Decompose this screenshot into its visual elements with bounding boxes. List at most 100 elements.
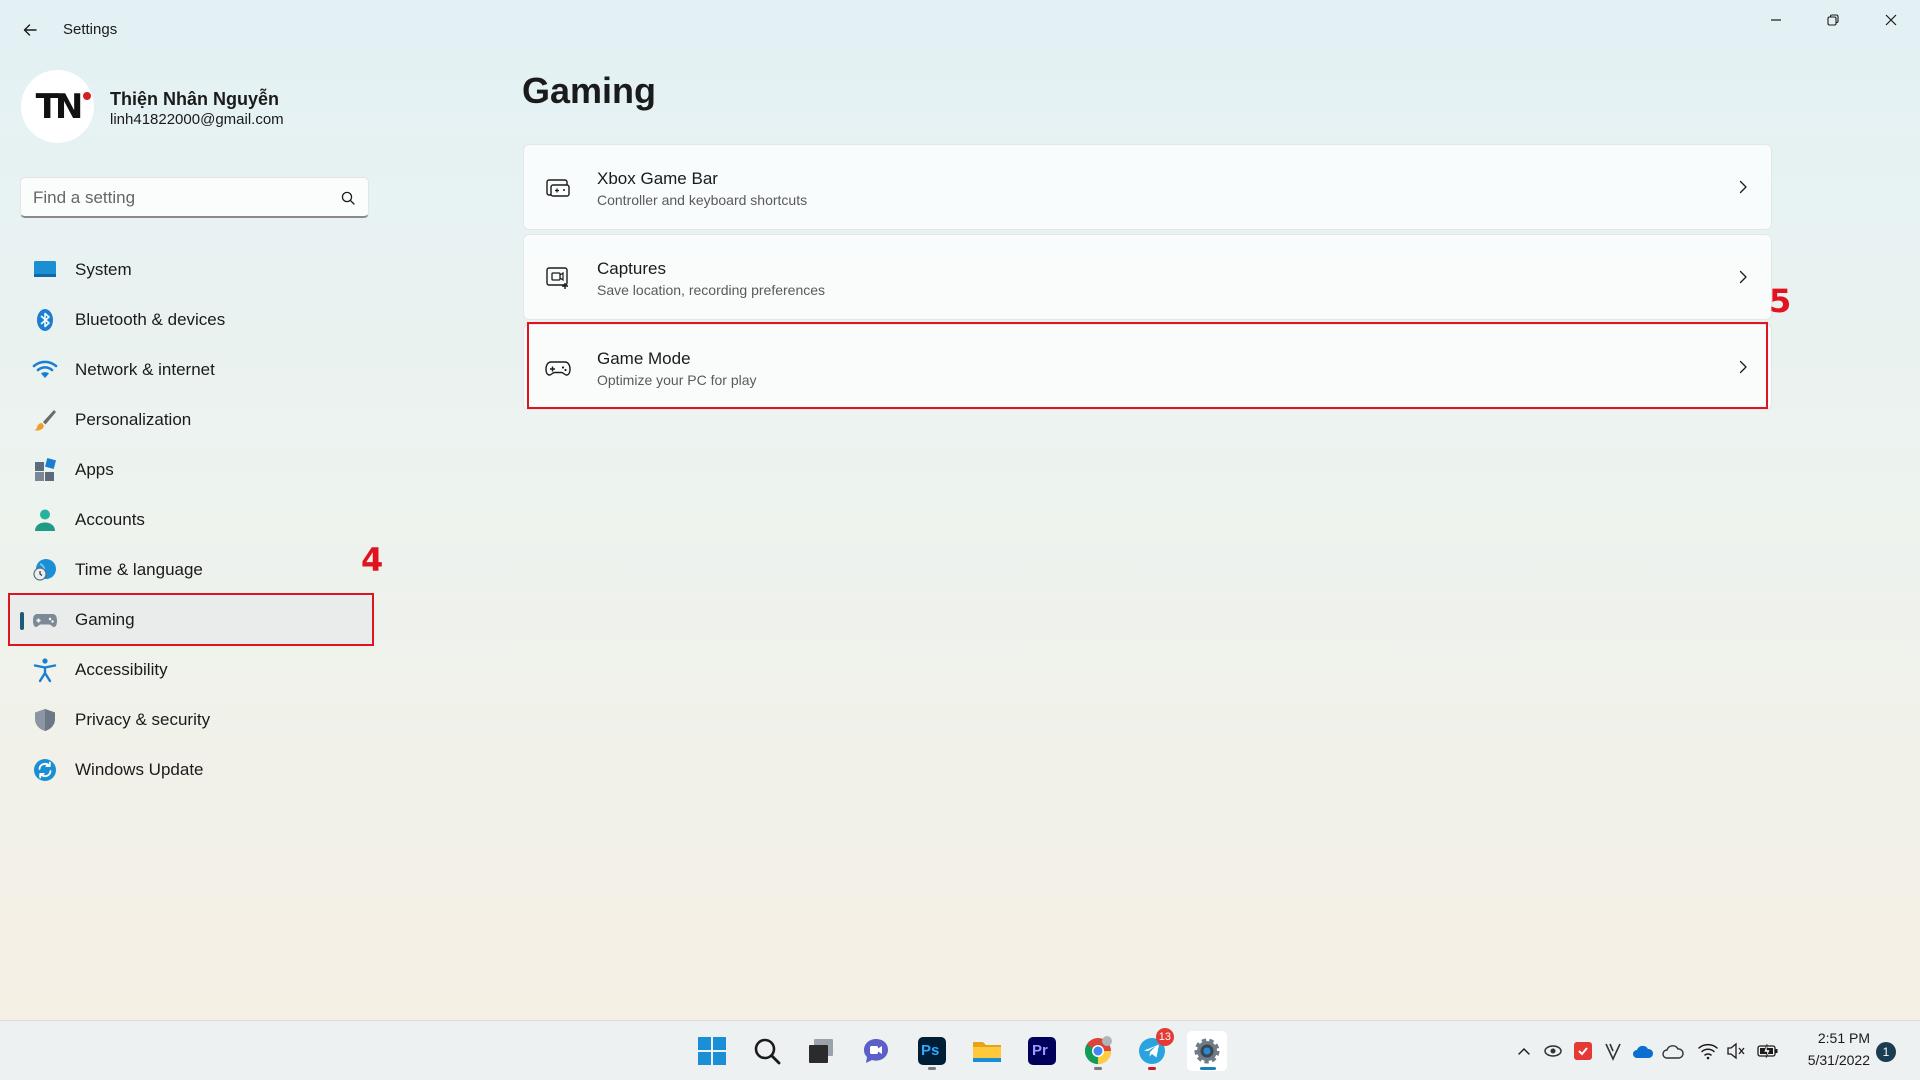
sidebar-item-system[interactable]: System <box>10 246 372 294</box>
annotation-step-4: 4 <box>361 541 384 579</box>
bluetooth-icon <box>37 309 53 331</box>
sidebar-item-label: Accessibility <box>75 660 168 679</box>
tray-onedrive[interactable] <box>1631 1039 1655 1063</box>
tray-red-app-icon <box>1574 1042 1592 1060</box>
brush-icon <box>34 410 56 431</box>
card-title: Xbox Game Bar <box>597 169 718 188</box>
wifi-icon <box>32 360 58 378</box>
taskbar-photoshop[interactable]: Ps <box>912 1031 952 1071</box>
sidebar-item-label: Personalization <box>75 410 192 429</box>
chat-icon <box>864 1039 888 1063</box>
page-title: Gaming <box>522 70 657 111</box>
tray-app-3[interactable] <box>1601 1039 1625 1063</box>
minimize-button[interactable] <box>1753 6 1799 34</box>
tray-battery[interactable] <box>1756 1039 1780 1063</box>
person-icon <box>35 509 55 531</box>
sidebar-item-label: Privacy & security <box>75 710 211 729</box>
tray-onedrive-personal[interactable] <box>1661 1039 1685 1063</box>
photoshop-label: Ps <box>921 1042 940 1059</box>
card-title: Captures <box>597 259 666 278</box>
taskbar-chrome[interactable] <box>1078 1031 1118 1071</box>
premiere-label: Pr <box>1032 1042 1048 1059</box>
annotation-box-gaming <box>8 593 374 646</box>
avatar[interactable]: TN <box>21 70 94 143</box>
taskbar-telegram[interactable]: 13 <box>1132 1028 1174 1071</box>
card-xbox-game-bar[interactable]: Xbox Game Bar Controller and keyboard sh… <box>523 144 1772 230</box>
search-icon[interactable] <box>339 189 357 207</box>
annotation-box-game-mode <box>527 322 1768 409</box>
start-button[interactable] <box>692 1031 732 1071</box>
accessibility-icon <box>33 658 57 683</box>
tray-eye-icon <box>1544 1045 1562 1057</box>
taskbar-search-button[interactable] <box>747 1031 787 1071</box>
minimize-icon <box>1771 19 1781 21</box>
search-icon <box>754 1038 781 1065</box>
show-hidden-icons-button[interactable] <box>1512 1039 1536 1063</box>
taskbar: Ps Pr 13 2:51 PM 5/31/2022 1 <box>0 1020 1920 1080</box>
globe-clock-icon <box>33 559 56 581</box>
sidebar-item-apps[interactable]: Apps <box>10 446 372 494</box>
sidebar-item-network[interactable]: Network & internet <box>10 346 372 394</box>
restore-icon <box>1827 14 1839 26</box>
tray-network[interactable] <box>1696 1039 1720 1063</box>
avatar-initials: TN <box>35 86 84 127</box>
tray-volume[interactable] <box>1724 1039 1748 1063</box>
volume-muted-icon <box>1727 1042 1745 1060</box>
start-icon <box>698 1037 726 1065</box>
taskbar-settings[interactable] <box>1187 1031 1227 1071</box>
chevron-up-icon <box>1518 1048 1530 1055</box>
running-indicator <box>1200 1067 1216 1070</box>
sidebar-item-accounts[interactable]: Accounts <box>10 496 372 544</box>
back-arrow-icon <box>23 24 37 36</box>
card-captures[interactable]: Captures Save location, recording prefer… <box>523 234 1772 320</box>
clock-date[interactable]: 5/31/2022 <box>1790 1052 1870 1068</box>
close-button[interactable] <box>1868 6 1914 34</box>
profile-email: linh41822000@gmail.com <box>110 111 284 128</box>
taskbar-file-explorer[interactable] <box>967 1031 1007 1071</box>
avatar-status-dot <box>83 92 91 100</box>
search-input[interactable] <box>33 186 333 210</box>
title-bar: Settings <box>0 0 1920 60</box>
system-icon <box>34 261 56 277</box>
notification-count-badge[interactable]: 1 <box>1876 1042 1896 1062</box>
sidebar-item-windows-update[interactable]: Windows Update <box>10 746 372 794</box>
running-indicator <box>928 1067 936 1070</box>
tray-app-1[interactable] <box>1541 1039 1565 1063</box>
sidebar-item-label: Bluetooth & devices <box>75 310 226 329</box>
shield-icon <box>35 709 55 731</box>
clock-time[interactable]: 2:51 PM <box>1800 1030 1870 1046</box>
running-indicator <box>1148 1067 1156 1070</box>
sidebar-item-accessibility[interactable]: Accessibility <box>10 646 372 694</box>
sidebar-item-label: Accounts <box>75 510 145 529</box>
cloud-icon <box>1662 1045 1684 1059</box>
sidebar-item-personalization[interactable]: Personalization <box>10 396 372 444</box>
tray-app-2[interactable] <box>1571 1039 1595 1063</box>
sidebar-item-time-language[interactable]: Time & language <box>10 546 372 594</box>
settings-icon <box>1194 1038 1220 1064</box>
profile-name: Thiện Nhân Nguyễn <box>110 89 280 109</box>
update-icon <box>34 759 56 781</box>
taskbar-premiere[interactable]: Pr <box>1022 1031 1062 1071</box>
chrome-icon <box>1084 1036 1112 1065</box>
wifi-icon <box>1698 1043 1718 1060</box>
search-box <box>20 177 369 218</box>
back-button[interactable] <box>16 16 44 44</box>
tray-v-icon <box>1605 1043 1621 1061</box>
battery-charging-icon <box>1757 1043 1778 1059</box>
sidebar-item-bluetooth[interactable]: Bluetooth & devices <box>10 296 372 344</box>
card-subtitle: Controller and keyboard shortcuts <box>597 192 808 208</box>
app-title: Settings <box>63 21 118 38</box>
close-icon <box>1885 14 1897 26</box>
sidebar-item-privacy-security[interactable]: Privacy & security <box>10 696 372 744</box>
sidebar-item-label: System <box>75 260 132 279</box>
running-indicator <box>1094 1067 1102 1070</box>
chevron-right-icon <box>1739 270 1747 284</box>
restore-button[interactable] <box>1810 6 1856 34</box>
apps-icon <box>35 457 57 481</box>
chat-button[interactable] <box>856 1031 896 1071</box>
sidebar-item-label: Time & language <box>75 560 203 579</box>
task-view-button[interactable] <box>801 1031 841 1071</box>
game-bar-icon <box>546 179 570 197</box>
annotation-step-5: 5 <box>1769 282 1792 320</box>
file-explorer-icon <box>973 1042 1001 1062</box>
